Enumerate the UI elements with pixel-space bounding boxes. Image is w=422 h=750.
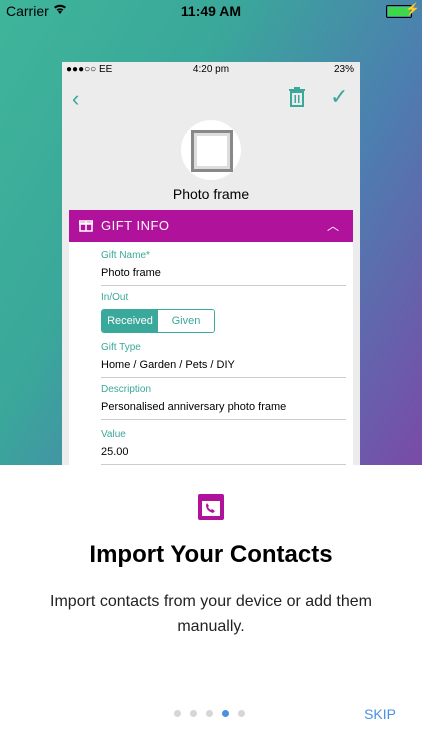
inner-battery: 23% [333, 64, 354, 75]
inner-time: 4:20 pm [192, 64, 230, 75]
gift-name-field[interactable]: Gift Name* Photo frame [101, 250, 346, 286]
inner-status-bar: ●●●○○ EE 4:20 pm 23% [62, 62, 360, 78]
item-photo[interactable] [181, 120, 241, 180]
page-dot[interactable] [174, 710, 181, 717]
value-value[interactable]: 25.00 [101, 446, 346, 464]
gift-type-label: Gift Type [101, 342, 141, 353]
inout-label: In/Out [101, 292, 129, 303]
section-title: GIFT INFO [101, 218, 170, 233]
value-field[interactable]: Value 25.00 [101, 429, 346, 465]
onboarding-panel: Import Your Contacts Import contacts fro… [0, 465, 422, 750]
status-time: 11:49 AM [180, 3, 242, 19]
charging-icon: ⚡ [405, 2, 420, 16]
gift-name-value[interactable]: Photo frame [101, 267, 346, 285]
page-indicator[interactable] [174, 710, 245, 717]
gift-info-form: Gift Name* Photo frame In/Out Received G… [69, 242, 353, 465]
inner-nav-bar: ‹ ✓ [62, 78, 360, 120]
contacts-phone-icon [198, 494, 224, 520]
page-dot[interactable] [190, 710, 197, 717]
photo-frame-icon [191, 130, 233, 172]
check-icon[interactable]: ✓ [330, 84, 348, 110]
description-value[interactable]: Personalised anniversary photo frame [101, 401, 346, 419]
page-dot[interactable] [238, 710, 245, 717]
page-dot[interactable] [206, 710, 213, 717]
phone-mockup: ●●●○○ EE 4:20 pm 23% ‹ ✓ Photo frame GIF… [62, 62, 360, 465]
gift-name-label: Gift Name* [101, 250, 150, 261]
gift-type-field[interactable]: Gift Type Home / Garden / Pets / DIY [101, 342, 346, 378]
trash-icon[interactable] [288, 87, 306, 107]
gift-info-header[interactable]: GIFT INFO ︿ [69, 210, 353, 242]
chevron-up-icon[interactable]: ︿ [327, 217, 339, 234]
gift-type-value[interactable]: Home / Garden / Pets / DIY [101, 359, 346, 377]
given-option[interactable]: Given [158, 310, 214, 332]
inout-segmented-control[interactable]: Received Given [101, 309, 215, 333]
onboarding-title: Import Your Contacts [89, 541, 333, 568]
page-dot-active[interactable] [222, 710, 229, 717]
gift-icon [79, 220, 93, 232]
description-field[interactable]: Description Personalised anniversary pho… [101, 384, 346, 420]
app-preview-background: Carrier 11:49 AM ⚡ ●●●○○ EE 4:20 pm 23% … [0, 0, 422, 465]
back-icon[interactable]: ‹ [72, 86, 79, 112]
value-label: Value [101, 429, 126, 440]
onboarding-description: Import contacts from your device or add … [50, 593, 372, 635]
status-bar: Carrier 11:49 AM ⚡ [0, 0, 422, 22]
item-name: Photo frame [172, 186, 250, 202]
received-option[interactable]: Received [102, 310, 158, 332]
description-label: Description [101, 384, 152, 395]
skip-button[interactable]: SKIP [364, 706, 396, 722]
